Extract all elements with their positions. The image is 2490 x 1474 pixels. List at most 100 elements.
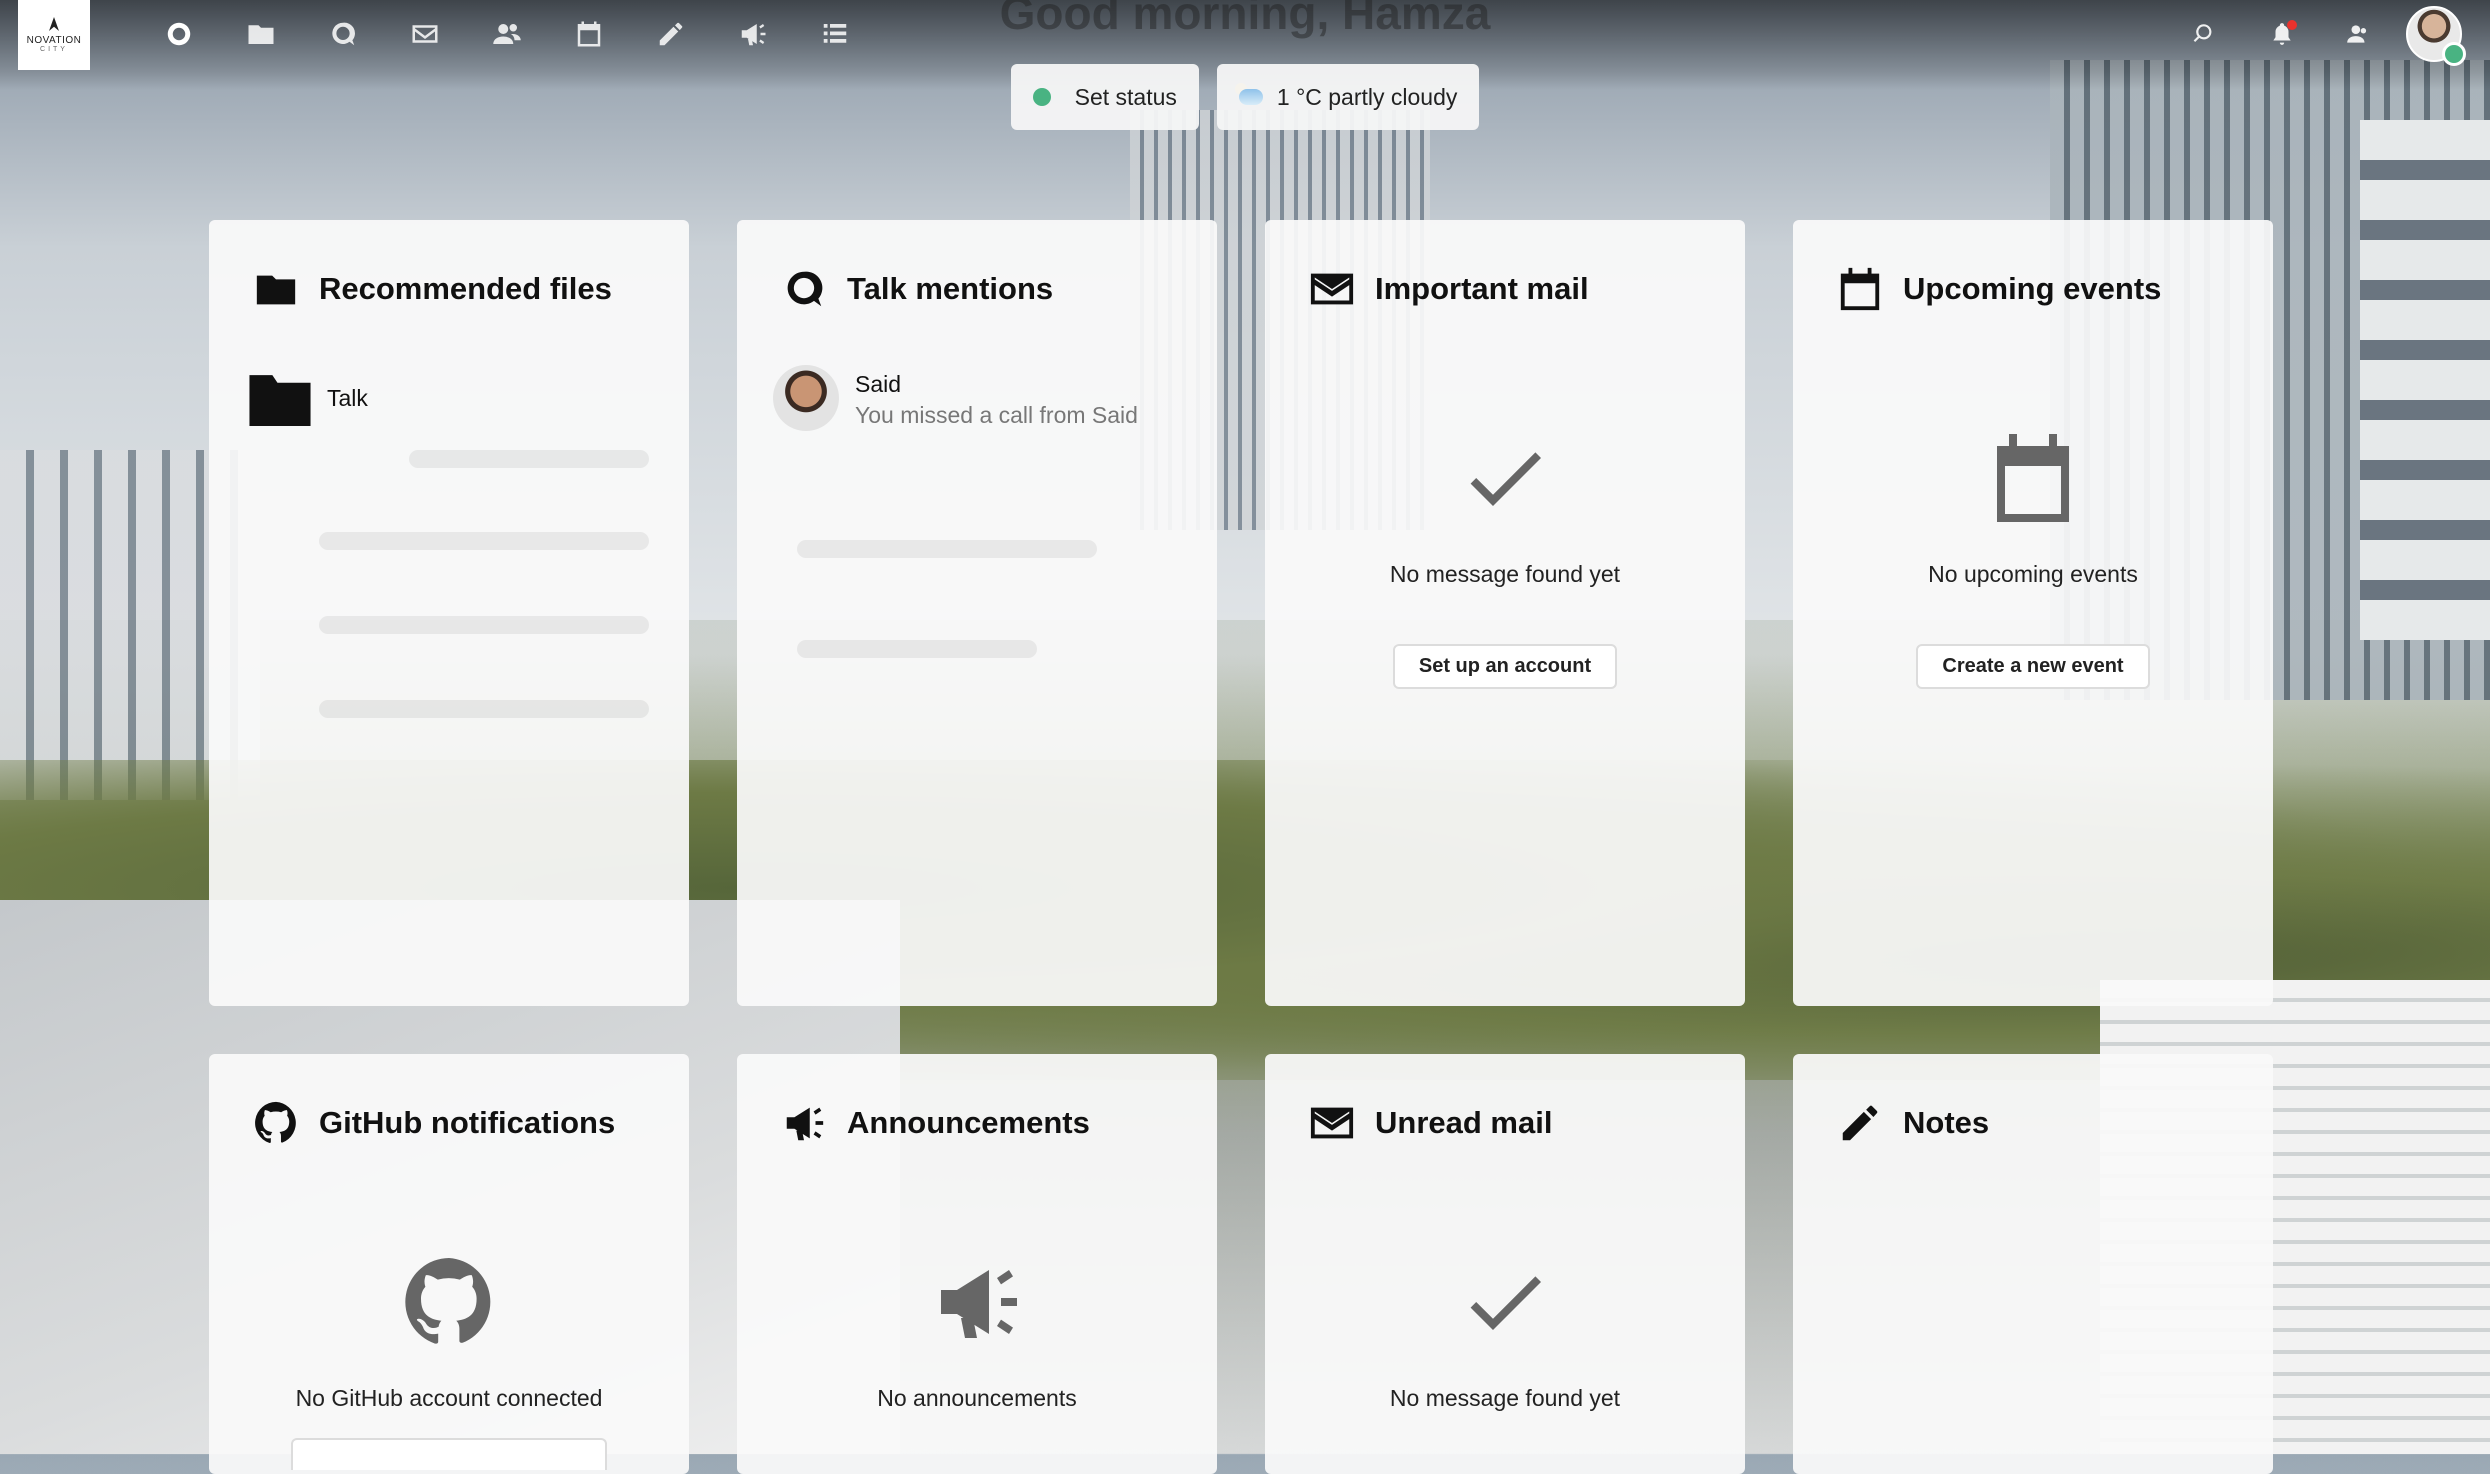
blurred-placeholder <box>409 450 649 468</box>
folder-icon <box>249 375 311 426</box>
mention-subtitle: You missed a call from Said <box>855 402 1138 428</box>
important-mail-panel: Important mail No message found yet Set … <box>1265 220 1745 1006</box>
mail-icon <box>1310 273 1354 305</box>
pencil-icon <box>1842 1105 1878 1141</box>
megaphone-empty-icon <box>941 1270 1017 1338</box>
list-icon <box>823 24 847 43</box>
tasks-app-button[interactable] <box>794 13 876 55</box>
talk-mentions-panel: Talk mentions Said You missed a call fro… <box>737 220 1217 1006</box>
calendar-icon <box>577 21 601 47</box>
blurred-placeholder <box>319 700 649 718</box>
panel-header: Important mail <box>1309 266 1589 312</box>
folder-icon <box>256 275 296 305</box>
contacts-app-button[interactable] <box>466 13 548 55</box>
mail-icon <box>1310 1107 1354 1139</box>
github-icon <box>255 1101 296 1143</box>
create-new-event-button[interactable]: Create a new event <box>1916 644 2150 689</box>
user-menu-button[interactable] <box>2396 6 2472 66</box>
files-app-button[interactable] <box>220 13 302 55</box>
mention-item[interactable]: Said You missed a call from Said <box>773 365 1138 431</box>
connect-github-button[interactable] <box>291 1438 607 1470</box>
mail-icon <box>412 25 438 43</box>
search-icon <box>2193 24 2212 43</box>
panel-title: GitHub notifications <box>319 1105 616 1140</box>
megaphone-icon <box>786 1107 824 1141</box>
pencil-icon <box>659 22 683 46</box>
blurred-placeholder <box>319 616 649 634</box>
empty-state: No announcements <box>737 1254 1217 1412</box>
blurred-placeholder <box>797 540 1097 558</box>
checkmark-icon <box>1470 1276 1541 1330</box>
status-row: Set status 1 °C partly cloudy <box>0 64 2490 130</box>
notes-panel: Notes <box>1793 1054 2273 1474</box>
logo-subtext: CITY <box>40 46 68 53</box>
header-right <box>2168 6 2472 66</box>
panel-title: Talk mentions <box>847 271 1054 306</box>
search-button[interactable] <box>2168 8 2244 60</box>
logo-text: NOVATION <box>26 35 82 46</box>
github-notifications-panel: GitHub notifications No GitHub account c… <box>209 1054 689 1474</box>
empty-text: No upcoming events <box>1928 561 2138 587</box>
panel-header: Recommended files <box>253 266 612 312</box>
dashboard-circle-icon <box>167 22 191 46</box>
empty-state: No upcoming events Create a new event <box>1793 430 2273 689</box>
file-name: Talk <box>327 384 368 411</box>
blurred-placeholder <box>797 640 1037 658</box>
blurred-placeholder <box>319 532 649 550</box>
megaphone-icon <box>741 24 766 46</box>
panel-header: GitHub notifications <box>253 1100 615 1146</box>
panel-title: Important mail <box>1375 271 1589 306</box>
panel-header: Unread mail <box>1309 1100 1552 1146</box>
announcements-panel: Announcements No announcements <box>737 1054 1217 1474</box>
panel-title: Unread mail <box>1375 1105 1553 1140</box>
novation-city-logo[interactable]: NOVATION CITY <box>18 0 90 70</box>
contacts-menu-button[interactable] <box>2320 8 2396 60</box>
empty-text: No message found yet <box>1389 561 1621 587</box>
empty-text: No announcements <box>877 1385 1077 1411</box>
talk-app-button[interactable] <box>302 13 384 55</box>
avatar <box>773 365 839 431</box>
panel-title: Announcements <box>847 1105 1090 1140</box>
weather-status-button[interactable]: 1 °C partly cloudy <box>1216 64 1480 130</box>
recommended-files-panel: Recommended files Talk <box>209 220 689 1006</box>
talk-icon <box>332 22 355 46</box>
online-status-dot <box>2442 42 2466 66</box>
top-header: NOVATION CITY <box>0 0 2490 70</box>
panel-header: Notes <box>1837 1100 1989 1146</box>
upcoming-events-panel: Upcoming events No upcoming events Creat… <box>1793 220 2273 1006</box>
empty-state: No GitHub account connected <box>209 1254 689 1470</box>
online-status-icon <box>1032 88 1051 106</box>
app-menu <box>138 13 876 55</box>
panel-title: Recommended files <box>319 271 612 306</box>
notes-app-button[interactable] <box>630 13 712 55</box>
talk-icon <box>787 271 823 307</box>
user-avatar <box>2406 6 2466 66</box>
contacts-icon <box>493 24 521 44</box>
set-status-button[interactable]: Set status <box>1010 64 1199 130</box>
unread-mail-panel: Unread mail No message found yet <box>1265 1054 1745 1474</box>
github-empty-icon <box>405 1258 491 1344</box>
panel-title: Notes <box>1903 1105 1990 1140</box>
file-item-talk[interactable]: Talk <box>249 370 368 426</box>
dashboard-app-button[interactable] <box>138 13 220 55</box>
panel-header: Upcoming events <box>1837 266 2161 312</box>
empty-state: No message found yet Set up an account <box>1265 430 1745 689</box>
set-up-account-button[interactable]: Set up an account <box>1392 644 1618 689</box>
panel-header: Talk mentions <box>781 266 1053 312</box>
panel-header: Announcements <box>781 1100 1090 1146</box>
notification-badge <box>2287 20 2297 30</box>
contacts-menu-icon <box>2347 25 2367 43</box>
calendar-icon <box>1840 267 1880 311</box>
calendar-empty-icon <box>1997 434 2069 522</box>
announcements-app-button[interactable] <box>712 13 794 55</box>
empty-text: No GitHub account connected <box>295 1385 603 1411</box>
mail-app-button[interactable] <box>384 13 466 55</box>
logo-mark-icon <box>49 17 59 31</box>
calendar-app-button[interactable] <box>548 13 630 55</box>
empty-text: No message found yet <box>1389 1385 1621 1411</box>
mention-name: Said <box>855 371 902 397</box>
notifications-button[interactable] <box>2244 8 2320 60</box>
weather-label: 1 °C partly cloudy <box>1276 83 1458 110</box>
checkmark-icon <box>1470 452 1541 506</box>
partly-cloudy-icon <box>1234 83 1263 105</box>
